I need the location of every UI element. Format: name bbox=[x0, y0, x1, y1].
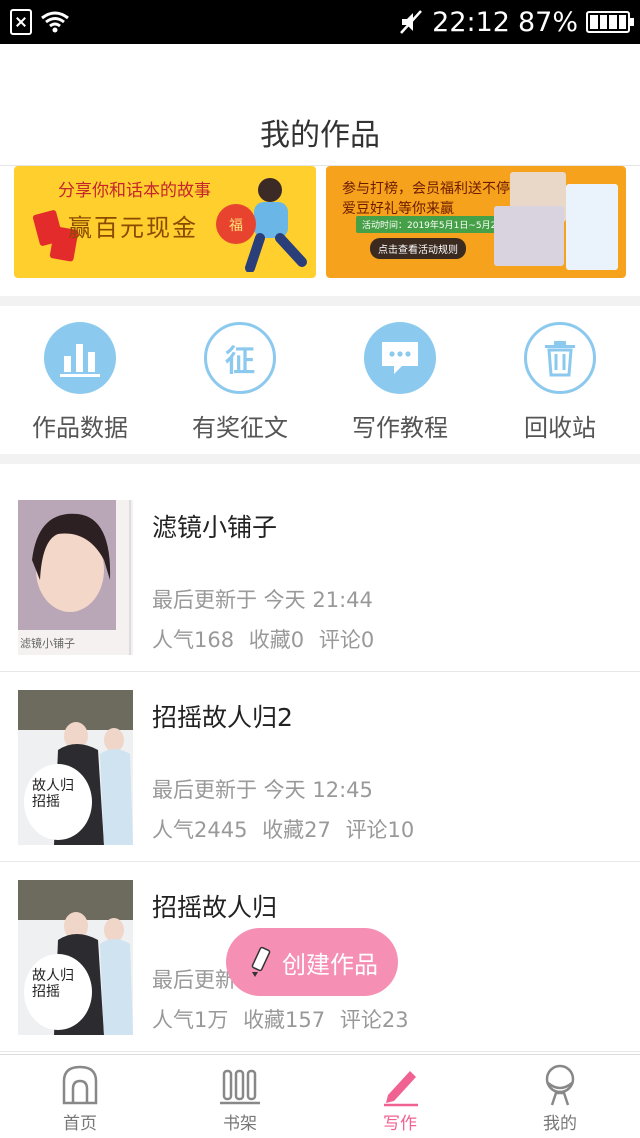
work-updated: 最后更新于 今天 12:45 bbox=[152, 778, 373, 802]
status-time: 22:12 bbox=[432, 6, 510, 38]
nav-bookshelf[interactable]: 书架 bbox=[160, 1055, 320, 1138]
work-stats: 人气2445 收藏27 评论10 bbox=[152, 814, 414, 844]
app-root: 22:12 87% 我的作品 分享你和话本的故事 赢百元现金 福 参与打榜，会员… bbox=[0, 0, 640, 1138]
create-work-button[interactable]: 创建作品 bbox=[226, 928, 398, 996]
cover-caption: 故人归 招摇 bbox=[32, 968, 74, 1000]
popularity-count: 人气168 bbox=[152, 628, 235, 652]
celebrity-photo bbox=[494, 206, 564, 266]
quick-action-label: 写作教程 bbox=[352, 414, 448, 442]
work-title: 招摇故人归2 bbox=[152, 703, 293, 732]
bookshelf-icon bbox=[220, 1069, 260, 1105]
work-title: 招摇故人归 bbox=[152, 893, 278, 922]
mute-icon bbox=[400, 10, 423, 34]
profile-icon bbox=[545, 1064, 575, 1106]
page-title: 我的作品 bbox=[260, 118, 380, 153]
favorites-count: 收藏27 bbox=[262, 818, 331, 842]
chat-bubble-icon bbox=[364, 322, 436, 394]
nav-write[interactable]: 写作 bbox=[320, 1055, 480, 1138]
nav-label: 书架 bbox=[223, 1114, 257, 1134]
section-divider bbox=[0, 296, 640, 306]
home-icon bbox=[62, 1065, 98, 1105]
merchandise-photo bbox=[566, 184, 618, 270]
promo-banner-share-story[interactable]: 分享你和话本的故事 赢百元现金 福 bbox=[14, 166, 316, 278]
pencil-icon bbox=[384, 1071, 418, 1107]
illustration-figure: 福 bbox=[216, 178, 307, 272]
work-title: 滤镜小铺子 bbox=[152, 513, 278, 542]
banner-caption: 分享你和话本的故事 bbox=[58, 181, 211, 201]
comments-count: 评论23 bbox=[339, 1008, 409, 1032]
nav-label: 首页 bbox=[63, 1114, 97, 1134]
quick-action-work-data[interactable]: 作品数据 bbox=[0, 306, 160, 454]
promo-banner-ranking[interactable]: 参与打榜，会员福利送不停， 爱豆好礼等你来赢 活动时间：2019年5月1日~5月… bbox=[326, 166, 626, 278]
section-divider bbox=[0, 454, 640, 464]
cover-caption: 故人归 招摇 bbox=[32, 778, 74, 810]
work-cover: 故人归 招摇 bbox=[18, 690, 133, 845]
quick-action-recycle-bin[interactable]: 回收站 bbox=[480, 306, 640, 454]
zheng-glyph: 征 bbox=[225, 344, 255, 379]
pencil-icon bbox=[251, 946, 271, 977]
battery-icon bbox=[586, 11, 634, 33]
work-item[interactable]: 滤镜小铺子 滤镜小铺子 最后更新于 今天 21:44 人气168 收藏0 评论0 bbox=[0, 482, 640, 672]
work-cover: 滤镜小铺子 bbox=[18, 500, 133, 655]
quick-action-label: 回收站 bbox=[524, 414, 596, 442]
wifi-icon bbox=[41, 11, 69, 33]
work-updated: 最后更新于 今天 21:44 bbox=[152, 588, 373, 612]
work-item[interactable]: 故人归 招摇 招摇故人归2 最后更新于 今天 12:45 人气2445 收藏27… bbox=[0, 672, 640, 862]
work-stats: 人气168 收藏0 评论0 bbox=[152, 624, 374, 654]
no-sim-icon bbox=[10, 9, 32, 35]
popularity-count: 人气1万 bbox=[152, 1008, 229, 1032]
trash-icon bbox=[524, 322, 596, 394]
status-bar: 22:12 87% bbox=[0, 0, 640, 44]
nav-home[interactable]: 首页 bbox=[0, 1055, 160, 1138]
quick-action-contest[interactable]: 征 有奖征文 bbox=[160, 306, 320, 454]
banner-caption: 参与打榜，会员福利送不停， bbox=[342, 181, 524, 197]
favorites-count: 收藏157 bbox=[243, 1008, 326, 1032]
quick-action-tutorial[interactable]: 写作教程 bbox=[320, 306, 480, 454]
nav-profile[interactable]: 我的 bbox=[480, 1055, 640, 1138]
create-work-label: 创建作品 bbox=[282, 950, 378, 979]
cover-caption: 滤镜小铺子 bbox=[20, 637, 75, 650]
work-stats: 人气1万 收藏157 评论23 bbox=[152, 1004, 409, 1034]
banner-headline: 赢百元现金 bbox=[68, 214, 198, 242]
quick-action-label: 作品数据 bbox=[32, 414, 128, 442]
comments-count: 评论10 bbox=[345, 818, 415, 842]
svg-text:福: 福 bbox=[229, 218, 243, 234]
banner-date: 活动时间：2019年5月1日~5月21日 bbox=[356, 216, 518, 233]
bottom-nav: 首页 书架 写作 我的 bbox=[0, 1054, 640, 1138]
battery-percent: 87% bbox=[517, 6, 578, 38]
nav-label: 我的 bbox=[543, 1114, 577, 1134]
comments-count: 评论0 bbox=[318, 628, 375, 652]
quick-action-label: 有奖征文 bbox=[192, 414, 288, 442]
page-header: 我的作品 bbox=[0, 44, 640, 166]
zheng-icon: 征 bbox=[204, 322, 276, 394]
banner-caption-2: 爱豆好礼等你来赢 bbox=[342, 201, 454, 217]
popularity-count: 人气2445 bbox=[152, 818, 248, 842]
banner-rules-link[interactable]: 点击查看活动规则 bbox=[370, 238, 466, 259]
quick-actions: 作品数据 征 有奖征文 写作教程 回收站 bbox=[0, 306, 640, 454]
bar-chart-icon bbox=[44, 322, 116, 394]
nav-label: 写作 bbox=[383, 1114, 417, 1134]
work-cover: 故人归 招摇 bbox=[18, 880, 133, 1035]
favorites-count: 收藏0 bbox=[248, 628, 305, 652]
